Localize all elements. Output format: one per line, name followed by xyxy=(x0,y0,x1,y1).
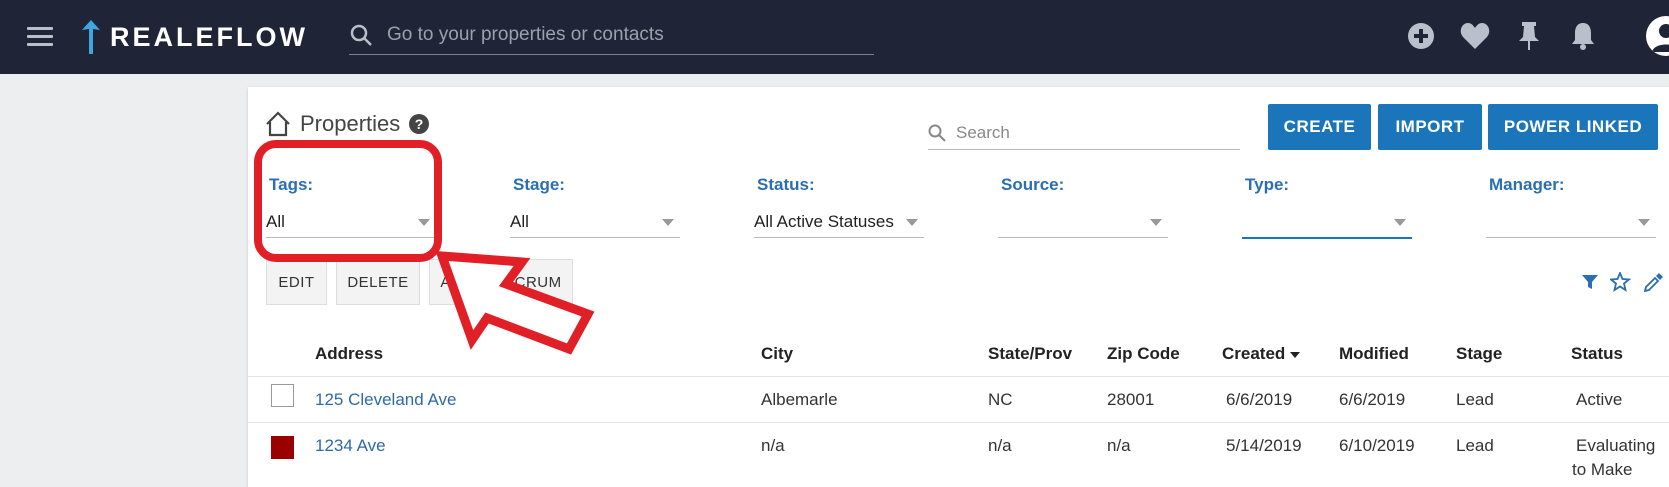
table-divider xyxy=(248,376,1669,377)
menu-icon[interactable] xyxy=(27,27,53,47)
row-zip: n/a xyxy=(1107,436,1131,455)
delete-button[interactable]: DELETE xyxy=(336,259,420,305)
import-button[interactable]: IMPORT xyxy=(1378,104,1482,150)
app-name: REALEFLOW xyxy=(110,21,308,52)
filter-stage-select[interactable]: All xyxy=(510,207,680,238)
top-navbar: REALEFLOW xyxy=(0,0,1669,74)
row-city: Albemarle xyxy=(761,390,838,409)
eyedropper-icon[interactable] xyxy=(1642,272,1664,292)
caret-down-icon xyxy=(1150,218,1162,226)
caret-down-icon xyxy=(662,218,674,226)
heart-icon[interactable] xyxy=(1459,20,1491,52)
filter-stage-label: Stage: xyxy=(513,175,565,194)
table-divider xyxy=(248,422,1669,423)
row-color-swatch[interactable] xyxy=(271,436,294,459)
caret-down-icon xyxy=(906,218,918,226)
search-icon xyxy=(928,124,946,142)
column-header-created[interactable]: Created xyxy=(1222,344,1301,364)
search-icon xyxy=(350,24,372,46)
row-modified: 6/6/2019 xyxy=(1339,390,1406,409)
page-title-text: Properties xyxy=(300,111,401,136)
row-stage: Lead xyxy=(1456,436,1494,455)
row-created: 5/14/2019 xyxy=(1226,436,1302,455)
filter-type: Type: xyxy=(1242,175,1412,239)
properties-panel: Properties ? CREATE IMPORT POWER LINKED … xyxy=(248,87,1669,487)
column-header-state[interactable]: State/Prov xyxy=(988,344,1072,364)
caret-down-icon xyxy=(418,218,430,226)
filter-manager-label: Manager: xyxy=(1489,175,1565,194)
column-header-zip[interactable]: Zip Code xyxy=(1107,344,1180,364)
star-outline-icon[interactable] xyxy=(1610,272,1632,292)
column-header-status[interactable]: Status xyxy=(1571,344,1623,364)
global-search-input[interactable] xyxy=(385,23,859,47)
edit-button[interactable]: EDIT xyxy=(266,259,327,305)
row-address-link[interactable]: 125 Cleveland Ave xyxy=(315,390,456,410)
add-to-scrum-button[interactable]: ADD TO SCRUM xyxy=(429,259,573,305)
create-button[interactable]: CREATE xyxy=(1268,104,1371,150)
filter-manager-select[interactable] xyxy=(1486,207,1656,238)
filter-status: Status: All Active Statuses xyxy=(754,175,924,238)
filter-stage: Stage: All xyxy=(510,175,680,238)
power-linked-button[interactable]: POWER LINKED xyxy=(1488,104,1658,150)
filter-manager: Manager: xyxy=(1486,175,1656,238)
logo-icon xyxy=(82,20,100,54)
help-icon[interactable]: ? xyxy=(408,113,430,135)
filter-source: Source: xyxy=(998,175,1168,238)
property-search-input[interactable] xyxy=(954,122,1228,144)
filter-type-select[interactable] xyxy=(1242,207,1412,239)
row-state: NC xyxy=(988,390,1013,409)
plus-circle-icon[interactable] xyxy=(1405,20,1437,52)
page-title: Properties ? xyxy=(264,111,430,137)
filter-tags: Tags: All xyxy=(266,175,436,238)
row-stage: Lead xyxy=(1456,390,1494,409)
row-modified: 6/10/2019 xyxy=(1339,436,1415,455)
caret-down-icon xyxy=(1638,218,1650,226)
user-avatar-icon[interactable] xyxy=(1646,16,1669,56)
property-search xyxy=(928,117,1240,150)
pin-icon[interactable] xyxy=(1513,20,1545,52)
filter-source-label: Source: xyxy=(1001,175,1065,194)
global-search xyxy=(349,16,874,55)
app-logo[interactable]: REALEFLOW xyxy=(80,20,308,54)
caret-down-icon xyxy=(1394,218,1406,226)
row-address-link[interactable]: 1234 Ave xyxy=(315,436,386,456)
row-status-line2: to Make xyxy=(1572,460,1633,479)
column-header-address[interactable]: Address xyxy=(315,344,383,364)
filter-source-select[interactable] xyxy=(998,207,1168,238)
filter-tags-label: Tags: xyxy=(269,175,314,194)
column-header-modified[interactable]: Modified xyxy=(1339,344,1409,364)
home-icon xyxy=(266,111,290,137)
row-zip: 28001 xyxy=(1107,390,1155,409)
filter-type-label: Type: xyxy=(1245,175,1290,194)
column-header-city[interactable]: City xyxy=(761,344,793,364)
sort-down-icon xyxy=(1290,351,1301,358)
filter-tags-select[interactable]: All xyxy=(266,207,436,238)
filter-status-select[interactable]: All Active Statuses xyxy=(754,207,924,238)
row-created: 6/6/2019 xyxy=(1226,390,1293,409)
svg-text:?: ? xyxy=(415,116,424,132)
row-status: Evaluating xyxy=(1576,436,1656,455)
column-header-stage[interactable]: Stage xyxy=(1456,344,1502,364)
row-status: Active xyxy=(1576,390,1623,409)
bell-icon[interactable] xyxy=(1567,20,1599,52)
row-city: n/a xyxy=(761,436,785,455)
row-checkbox[interactable] xyxy=(271,384,294,407)
filter-status-label: Status: xyxy=(757,175,815,194)
filter-icon[interactable] xyxy=(1580,272,1600,292)
row-state: n/a xyxy=(988,436,1012,455)
